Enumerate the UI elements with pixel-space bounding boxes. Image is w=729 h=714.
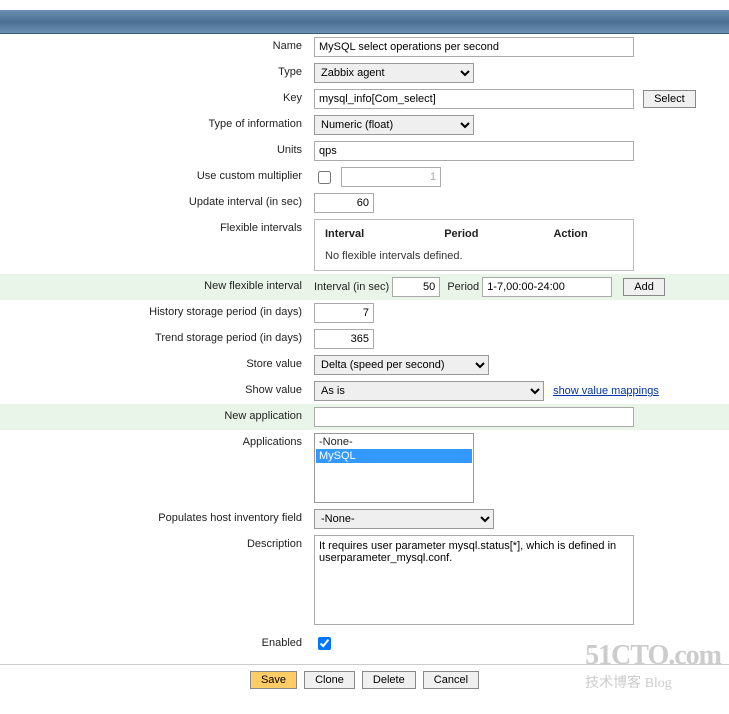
trend-period-input[interactable] xyxy=(314,329,374,349)
label-use-multiplier: Use custom multiplier xyxy=(0,164,310,190)
action-bar: Save Clone Delete Cancel xyxy=(0,664,729,695)
label-history-period: History storage period (in days) xyxy=(0,300,310,326)
flexible-intervals-box: Interval Period Action No flexible inter… xyxy=(314,219,634,271)
add-button[interactable]: Add xyxy=(623,278,665,296)
name-input[interactable] xyxy=(314,37,634,57)
enabled-checkbox[interactable] xyxy=(318,637,331,650)
multiplier-input[interactable] xyxy=(341,167,441,187)
label-new-application: New application xyxy=(0,404,310,430)
label-name: Name xyxy=(0,34,310,60)
new-flex-interval-input[interactable] xyxy=(392,277,440,297)
applications-listbox[interactable]: -None- MySQL xyxy=(314,433,474,503)
label-description: Description xyxy=(0,532,310,631)
description-textarea[interactable] xyxy=(314,535,634,625)
update-interval-input[interactable] xyxy=(314,193,374,213)
label-populates-host: Populates host inventory field xyxy=(0,506,310,532)
label-type: Type xyxy=(0,60,310,86)
header-bar xyxy=(0,10,729,34)
label-new-flex-interval: New flexible interval xyxy=(0,274,310,300)
use-multiplier-checkbox[interactable] xyxy=(318,171,331,184)
key-input[interactable] xyxy=(314,89,634,109)
label-applications: Applications xyxy=(0,430,310,506)
history-period-input[interactable] xyxy=(314,303,374,323)
flex-col-action: Action xyxy=(553,228,623,240)
new-flex-interval-label: Interval (in sec) xyxy=(314,281,389,293)
show-value-mappings-link[interactable]: show value mappings xyxy=(553,385,659,397)
new-flex-period-label: Period xyxy=(447,281,479,293)
new-flex-period-input[interactable] xyxy=(482,277,612,297)
new-application-input[interactable] xyxy=(314,407,634,427)
label-show-value: Show value xyxy=(0,378,310,404)
delete-button[interactable]: Delete xyxy=(362,671,416,689)
flex-col-period: Period xyxy=(444,228,553,240)
item-form: Name Type Zabbix agent Key Select Type o… xyxy=(0,34,729,656)
populates-host-select[interactable]: -None- xyxy=(314,509,494,529)
type-of-info-select[interactable]: Numeric (float) xyxy=(314,115,474,135)
select-button[interactable]: Select xyxy=(643,90,696,108)
label-trend-period: Trend storage period (in days) xyxy=(0,326,310,352)
clone-button[interactable]: Clone xyxy=(304,671,355,689)
store-value-select[interactable]: Delta (speed per second) xyxy=(314,355,489,375)
type-select[interactable]: Zabbix agent xyxy=(314,63,474,83)
list-item[interactable]: -None- xyxy=(316,435,472,449)
label-flexible-intervals: Flexible intervals xyxy=(0,216,310,274)
label-type-of-info: Type of information xyxy=(0,112,310,138)
show-value-select[interactable]: As is xyxy=(314,381,544,401)
label-update-interval: Update interval (in sec) xyxy=(0,190,310,216)
flex-col-interval: Interval xyxy=(325,228,444,240)
units-input[interactable] xyxy=(314,141,634,161)
save-button[interactable]: Save xyxy=(250,671,297,689)
label-key: Key xyxy=(0,86,310,112)
label-enabled: Enabled xyxy=(0,631,310,656)
label-store-value: Store value xyxy=(0,352,310,378)
cancel-button[interactable]: Cancel xyxy=(423,671,479,689)
flex-empty-message: No flexible intervals defined. xyxy=(325,250,623,262)
list-item[interactable]: MySQL xyxy=(316,449,472,463)
label-units: Units xyxy=(0,138,310,164)
